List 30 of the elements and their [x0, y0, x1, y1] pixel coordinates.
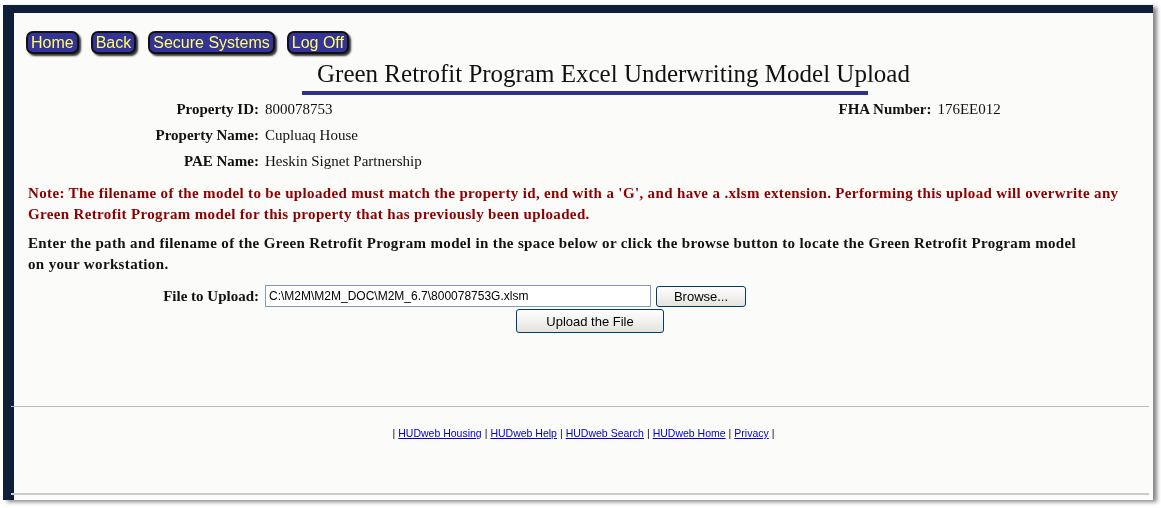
- field-label: File to Upload:: [162, 287, 259, 305]
- nav-button[interactable]: Back: [90, 31, 137, 54]
- footer-link[interactable]: HUDweb Housing: [398, 427, 482, 439]
- field-value: 176EE012: [937, 101, 1001, 118]
- footer-link[interactable]: Privacy: [734, 427, 769, 439]
- separator: |: [728, 427, 732, 439]
- field-value: Heskin Signet Partnership: [265, 153, 422, 170]
- field-label: PAE Name:: [182, 153, 259, 170]
- field-label: Property ID:: [175, 101, 259, 118]
- nav-button[interactable]: Secure Systems: [148, 31, 275, 54]
- separator: |: [646, 427, 650, 439]
- file-path-field[interactable]: C:\M2M\M2M_DOC\M2M_6.7\800078753G.xlsm: [265, 285, 651, 307]
- instructions-text: Enter the path and filename of the Green Retrofit Program model in the space below or click the browse button to locate the Green Retrofit Program model on your workstation.: [28, 234, 1078, 274]
- field-label: Property Name:: [154, 127, 259, 144]
- browse-button[interactable]: Browse...: [656, 285, 746, 307]
- field-value: Cupluaq House: [265, 127, 358, 144]
- separator: |: [559, 427, 563, 439]
- field-value: 800078753: [265, 101, 333, 118]
- footer-link[interactable]: HUDweb Help: [490, 427, 557, 439]
- upload-button[interactable]: Upload the File: [516, 309, 664, 333]
- page-title: Green Retrofit Program Excel Underwriting Model Upload: [316, 59, 911, 89]
- note-text: Note: The filename of the model to be uploaded must match the property id, end with a 'G', and have a .xlsm extension. Performing this upload will overwrite any Green Retrofit Program model for this property that has previously been uploaded.: [28, 184, 1120, 224]
- nav-button[interactable]: Home: [26, 31, 79, 54]
- field-label: FHA Number:: [838, 101, 932, 118]
- separator: |: [392, 427, 396, 439]
- footer-link[interactable]: HUDweb Search: [565, 427, 644, 439]
- footer-link[interactable]: HUDweb Home: [652, 427, 726, 439]
- separator: |: [771, 427, 775, 439]
- nav-button[interactable]: Log Off: [286, 31, 349, 54]
- separator: |: [484, 427, 488, 439]
